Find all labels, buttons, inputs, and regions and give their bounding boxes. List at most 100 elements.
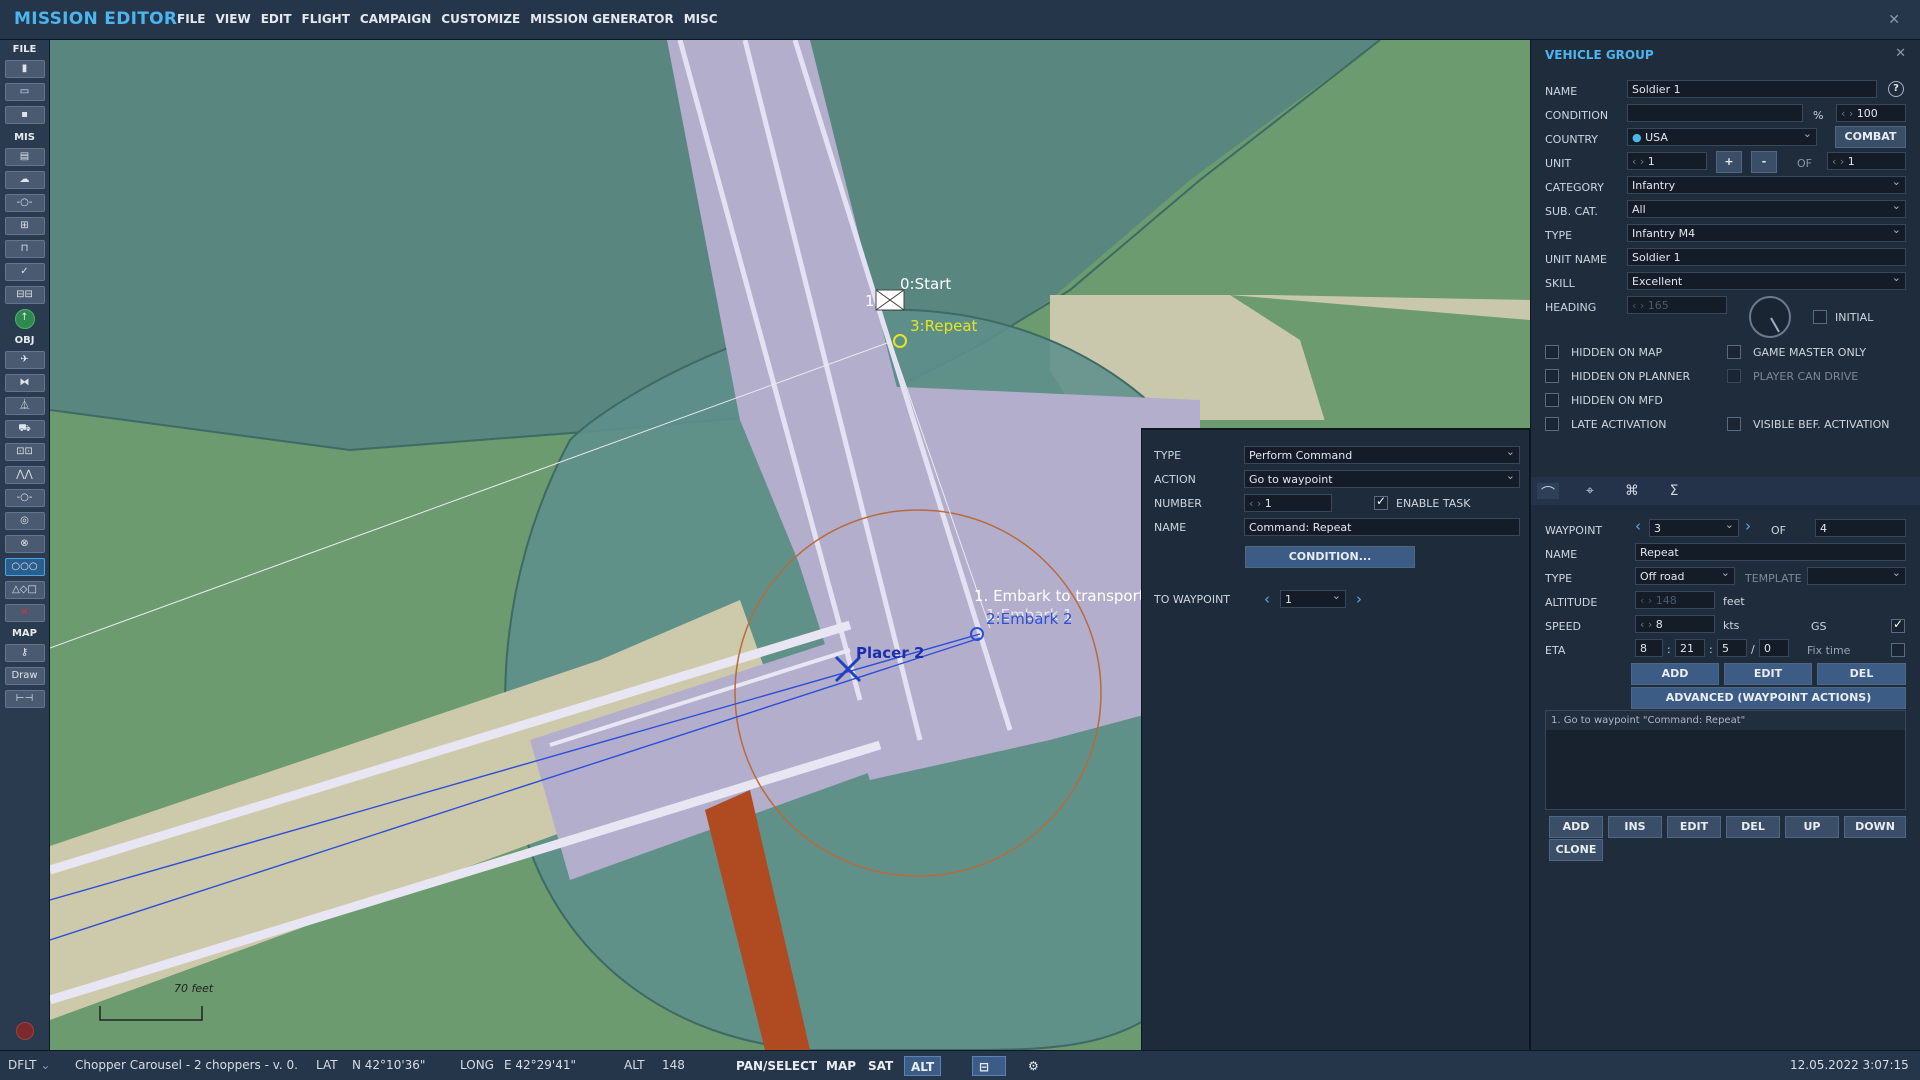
gs-checkbox[interactable] (1891, 617, 1905, 633)
move-up-button[interactable]: UP (1785, 816, 1839, 838)
menu-mission-generator[interactable]: MISSION GENERATOR (525, 12, 679, 26)
country-select[interactable]: ● USA (1627, 128, 1817, 146)
eta-minutes[interactable]: 21 (1675, 639, 1705, 657)
enable-task-checkbox[interactable] (1374, 494, 1388, 510)
delete-icon[interactable]: ✕ (4, 604, 45, 622)
task-type-select[interactable]: Perform Command (1244, 446, 1520, 464)
eta-days[interactable]: 0 (1759, 639, 1789, 657)
skill-select[interactable]: Excellent (1627, 272, 1906, 290)
heading-dial[interactable] (1749, 296, 1791, 338)
hidden-on-mfd-checkbox[interactable] (1545, 393, 1559, 407)
clone-action-button[interactable]: CLONE (1549, 839, 1603, 861)
group-name-input[interactable]: Soldier 1 (1627, 80, 1877, 98)
infantry-group-icon[interactable]: ○○○ (4, 558, 45, 576)
helicopter-icon[interactable]: ⧓ (4, 374, 45, 392)
check-icon[interactable]: ✓ (4, 263, 45, 281)
resource-icon[interactable]: ⊟⊟ (4, 286, 45, 304)
hidden-on-planner-checkbox[interactable] (1545, 369, 1559, 383)
airplane-icon[interactable]: ✈ (4, 351, 45, 369)
condition-value-stepper[interactable]: ‹ › 100 (1836, 104, 1906, 122)
weather-icon[interactable]: ☁ (4, 171, 45, 189)
route-tab-icon[interactable]: ⌒ (1537, 483, 1559, 502)
chevron-right-icon[interactable]: › (1356, 590, 1362, 608)
unit-stepper[interactable]: ‹ › 1 (1627, 152, 1707, 170)
type-select[interactable]: Infantry M4 (1627, 224, 1906, 242)
task-name-input[interactable]: Command: Repeat (1244, 518, 1520, 536)
heading-stepper[interactable]: ‹ › 165 (1627, 296, 1727, 314)
advanced-waypoint-actions-button[interactable]: ADVANCED (WAYPOINT ACTIONS) (1631, 687, 1906, 709)
menu-flight[interactable]: FLIGHT (297, 12, 355, 26)
late-activation-checkbox[interactable] (1545, 417, 1559, 431)
ruler-icon[interactable]: ⊢⊣ (4, 690, 45, 708)
summary-tab-icon[interactable]: Σ (1663, 483, 1685, 499)
map-mode-button[interactable]: MAP (820, 1056, 862, 1076)
insert-action-button[interactable]: INS (1608, 816, 1662, 838)
altitude-stepper[interactable]: ‹ › 148 (1635, 591, 1715, 609)
initial-checkbox[interactable] (1813, 310, 1827, 324)
new-file-icon[interactable]: ▮ (4, 60, 45, 78)
category-select[interactable]: Infantry (1627, 176, 1906, 194)
waypoint-name-input[interactable]: Repeat (1635, 543, 1906, 561)
waypoint-type-select[interactable]: Off road (1635, 567, 1735, 585)
alt-mode-button[interactable]: ALT (904, 1056, 942, 1076)
delete-action-button[interactable]: DEL (1726, 816, 1780, 838)
waypoint-actions-list[interactable]: 1. Go to waypoint "Command: Repeat" (1545, 710, 1906, 810)
unit-count-stepper[interactable]: ‹ › 1 (1827, 152, 1906, 170)
add-waypoint-button[interactable]: ADD (1631, 663, 1719, 685)
payload-tab-icon[interactable]: ⌘ (1621, 483, 1643, 499)
menu-view[interactable]: VIEW (211, 12, 256, 26)
combat-button[interactable]: COMBAT (1835, 126, 1906, 148)
move-down-button[interactable]: DOWN (1844, 816, 1906, 838)
waypoint-select[interactable]: 3 (1649, 519, 1739, 537)
profile-select[interactable]: DFLT ⌄ (8, 1058, 50, 1072)
menu-customize[interactable]: CUSTOMIZE (436, 12, 525, 26)
remove-unit-button[interactable]: - (1751, 151, 1777, 173)
target-icon[interactable]: ◎ (4, 512, 45, 530)
close-icon[interactable]: ✕ (1895, 46, 1906, 61)
next-waypoint-icon[interactable]: › (1745, 517, 1751, 535)
help-icon[interactable]: ? (1888, 81, 1904, 97)
static-object-icon[interactable]: ⊡⊡ (4, 443, 45, 461)
ship-icon[interactable]: ⏅ (4, 397, 45, 415)
hidden-on-map-checkbox[interactable] (1545, 345, 1559, 359)
add-action-button[interactable]: ADD (1549, 816, 1603, 838)
layers-icon[interactable]: ⊟ (972, 1056, 1006, 1076)
key-icon[interactable]: ⚷ (4, 644, 45, 662)
unit-name-input[interactable]: Soldier 1 (1627, 248, 1906, 266)
delete-waypoint-button[interactable]: DEL (1817, 663, 1906, 685)
condition-button[interactable]: CONDITION... (1245, 546, 1415, 568)
eta-hours[interactable]: 8 (1635, 639, 1663, 657)
template-select[interactable] (1807, 567, 1906, 585)
edit-action-button[interactable]: EDIT (1667, 816, 1721, 838)
up-arrow-icon[interactable]: ↑ (14, 309, 35, 329)
edit-waypoint-button[interactable]: EDIT (1724, 663, 1812, 685)
speed-stepper[interactable]: ‹ › 8 (1635, 615, 1715, 633)
list-item[interactable]: 1. Go to waypoint "Command: Repeat" (1546, 711, 1905, 730)
to-waypoint-select[interactable]: 1 (1280, 590, 1346, 608)
task-action-select[interactable]: Go to waypoint (1244, 470, 1520, 488)
targets-tab-icon[interactable]: ⌖ (1579, 483, 1601, 499)
player-can-drive-checkbox[interactable] (1727, 369, 1741, 383)
goals-icon[interactable]: ⊓ (4, 240, 45, 258)
draw-button[interactable]: Draw (4, 667, 45, 685)
nav-point-icon[interactable]: ⊗ (4, 535, 45, 553)
game-master-only-checkbox[interactable] (1727, 345, 1741, 359)
record-icon[interactable] (16, 1022, 34, 1040)
shapes-icon[interactable]: △◇□ (4, 581, 45, 599)
save-icon[interactable]: ▪ (4, 106, 45, 124)
menu-campaign[interactable]: CAMPAIGN (355, 12, 436, 26)
sat-mode-button[interactable]: SAT (862, 1056, 899, 1076)
zone-icon[interactable]: -○- (4, 489, 45, 507)
prev-waypoint-icon[interactable]: ‹ (1635, 517, 1641, 535)
chevron-left-icon[interactable]: ‹ (1264, 590, 1270, 608)
fix-time-checkbox[interactable] (1891, 643, 1905, 657)
template-icon[interactable]: ⋀⋀ (4, 466, 45, 484)
trigger-zone-icon[interactable]: -○- (4, 194, 45, 212)
menu-edit[interactable]: EDIT (256, 12, 297, 26)
condition-input[interactable] (1627, 104, 1803, 122)
task-number-stepper[interactable]: ‹ › 1 (1244, 494, 1332, 512)
settings-gear-icon[interactable]: ⚙ (1022, 1056, 1045, 1076)
open-folder-icon[interactable]: ▭ (4, 83, 45, 101)
add-unit-button[interactable]: + (1716, 151, 1742, 173)
menu-misc[interactable]: MISC (679, 12, 723, 26)
